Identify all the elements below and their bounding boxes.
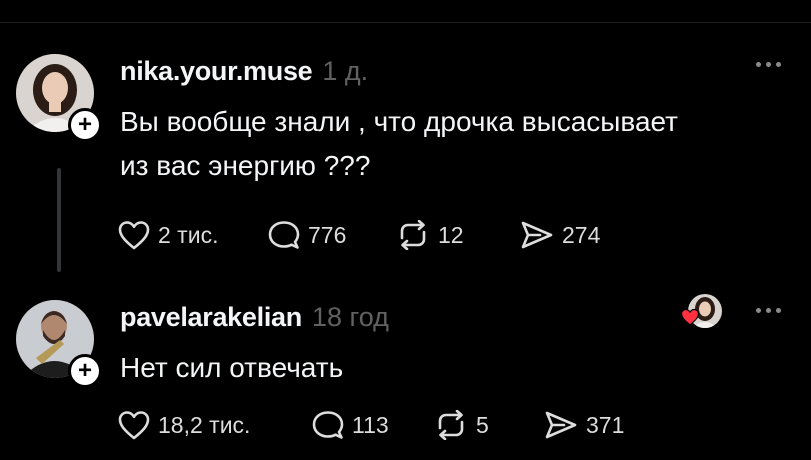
- thread-post: + pavelarakelian 18 год Нет сил отвечать…: [0, 290, 811, 460]
- repost-button[interactable]: 5: [434, 410, 544, 440]
- post-text-line: Вы вообще знали , что дрочка высасывает: [120, 106, 679, 137]
- top-divider: [0, 0, 811, 23]
- author-avatar[interactable]: +: [16, 54, 102, 142]
- comment-count: 776: [308, 221, 347, 248]
- post-text: Вы вообще знали , что дрочка высасывает …: [120, 100, 790, 188]
- repost-icon: [438, 410, 464, 440]
- post-actions: 18,2 тис. 113 5 371: [118, 410, 624, 440]
- plus-icon[interactable]: +: [68, 108, 102, 142]
- send-icon: [545, 411, 577, 439]
- heart-icon: [680, 308, 700, 326]
- repost-count: 12: [438, 221, 464, 248]
- comment-bubble-icon: [268, 221, 300, 249]
- share-button[interactable]: 371: [544, 410, 624, 440]
- post-text-line: из вас энергию ???: [120, 150, 371, 181]
- like-button[interactable]: 18,2 тис.: [118, 410, 312, 440]
- repost-icon: [400, 220, 426, 250]
- post-header: nika.your.muse 1 д.: [120, 56, 368, 87]
- plus-icon[interactable]: +: [68, 354, 102, 388]
- like-count: 2 тис.: [158, 221, 219, 248]
- heart-icon: [118, 411, 150, 440]
- repost-button[interactable]: 12: [396, 220, 520, 250]
- comment-button[interactable]: 776: [268, 220, 396, 250]
- share-button[interactable]: 274: [520, 220, 600, 250]
- like-button[interactable]: 2 тис.: [118, 220, 268, 250]
- post-actions: 2 тис. 776 12 274: [118, 220, 600, 250]
- thread-post: + nika.your.muse 1 д. Вы вообще знали , …: [0, 44, 811, 274]
- post-time: 18 год: [311, 302, 389, 332]
- repost-count: 5: [476, 411, 489, 438]
- comment-bubble-icon: [312, 411, 344, 439]
- post-header: pavelarakelian 18 год: [120, 302, 389, 333]
- send-icon: [521, 221, 553, 249]
- share-count: 371: [586, 411, 625, 438]
- post-text-line: Нет сил отвечать: [120, 352, 344, 383]
- username[interactable]: pavelarakelian: [120, 302, 302, 333]
- more-dots-icon[interactable]: [756, 62, 781, 67]
- author-avatar[interactable]: +: [16, 300, 102, 388]
- like-count: 18,2 тис.: [158, 411, 251, 438]
- heart-icon: [118, 221, 150, 250]
- more-dots-icon[interactable]: [756, 308, 781, 313]
- comment-count: 113: [352, 411, 389, 438]
- post-time: 1 д.: [322, 56, 369, 86]
- share-count: 274: [562, 221, 601, 248]
- post-text: Нет сил отвечать: [120, 346, 790, 390]
- thread-line: [57, 168, 61, 272]
- liked-by-author-icon: [680, 294, 722, 334]
- comment-button[interactable]: 113: [312, 410, 434, 440]
- username[interactable]: nika.your.muse: [120, 56, 313, 87]
